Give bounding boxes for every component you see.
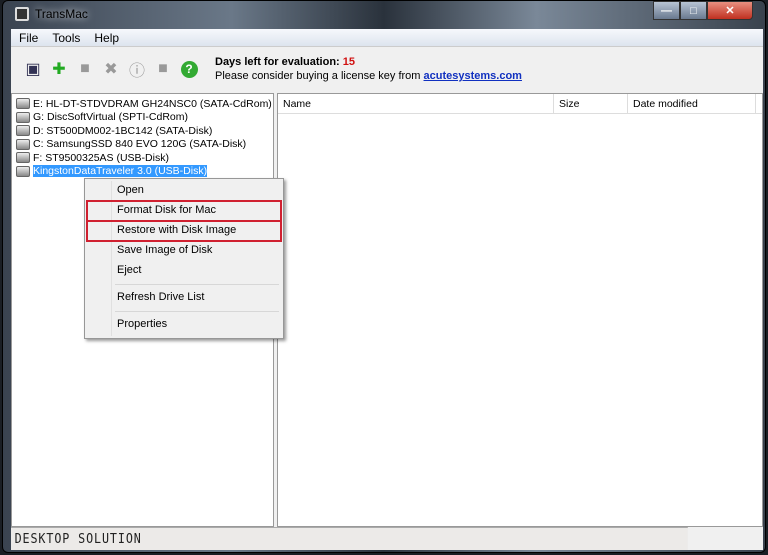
drive-icon <box>16 98 30 110</box>
menu-item-restore-image[interactable]: Restore with Disk Image <box>86 220 282 242</box>
drive-item[interactable]: KingstonDataTraveler 3.0 (USB-Disk) <box>12 165 273 179</box>
menu-separator <box>115 284 279 285</box>
drive-icon <box>16 152 30 164</box>
drive-label: F: ST9500325AS (USB-Disk) <box>33 151 169 164</box>
minimize-button[interactable]: — <box>653 1 680 20</box>
folder-icon[interactable]: ■ <box>75 59 95 79</box>
menu-item-refresh[interactable]: Refresh Drive List <box>87 288 281 308</box>
drive-icon <box>16 111 30 123</box>
menu-help[interactable]: Help <box>89 29 124 46</box>
close-button[interactable]: ✕ <box>707 1 753 20</box>
column-name[interactable]: Name <box>278 94 554 113</box>
app-icon <box>15 7 29 21</box>
menu-file[interactable]: File <box>14 29 43 46</box>
drive-icon <box>16 165 30 177</box>
menu-bar: File Tools Help <box>11 29 763 47</box>
add-disk-icon[interactable]: ✚ <box>49 59 69 79</box>
drive-label: G: DiscSoftVirtual (SPTI-CdRom) <box>33 111 189 124</box>
help-icon[interactable]: ? <box>179 59 199 79</box>
menu-item-properties[interactable]: Properties <box>87 315 281 335</box>
title-bar: TransMac <box>15 7 88 21</box>
column-size[interactable]: Size <box>554 94 628 113</box>
drive-item[interactable]: F: ST9500325AS (USB-Disk) <box>12 151 273 165</box>
drive-label: KingstonDataTraveler 3.0 (USB-Disk) <box>33 165 208 178</box>
menu-item-eject[interactable]: Eject <box>87 261 281 281</box>
delete-icon[interactable]: ✖ <box>101 59 121 79</box>
file-list: Name Size Date modified <box>277 93 763 527</box>
eval-label: Days left for evaluation: <box>215 56 340 68</box>
menu-tools[interactable]: Tools <box>47 29 85 46</box>
drive-item[interactable]: D: ST500DM002-1BC142 (SATA-Disk) <box>12 124 273 138</box>
window-title: TransMac <box>35 7 88 21</box>
drive-icon <box>16 125 30 137</box>
drive-label: D: ST500DM002-1BC142 (SATA-Disk) <box>33 124 213 137</box>
info-icon[interactable]: ⓘ <box>127 59 147 80</box>
open-disk-icon[interactable]: ▣ <box>23 59 43 79</box>
status-bar: DESKTOP SOLUTION <box>11 527 688 550</box>
menu-separator <box>115 311 279 312</box>
drive-item[interactable]: C: SamsungSSD 840 EVO 120G (SATA-Disk) <box>12 138 273 152</box>
menu-item-open[interactable]: Open <box>87 181 281 201</box>
license-link[interactable]: acutesystems.com <box>424 70 522 82</box>
column-date-modified[interactable]: Date modified <box>628 94 756 113</box>
drive-item[interactable]: G: DiscSoftVirtual (SPTI-CdRom) <box>12 111 273 125</box>
context-menu: Open Format Disk for Mac Restore with Di… <box>84 178 284 339</box>
drive-label: E: HL-DT-STDVDRAM GH24NSC0 (SATA-CdRom) <box>33 97 272 110</box>
maximize-button[interactable]: □ <box>680 1 707 20</box>
toolbar: ▣ ✚ ■ ✖ ⓘ ■ ? Days left for evaluation: … <box>11 47 763 91</box>
menu-item-format-disk[interactable]: Format Disk for Mac <box>86 200 282 222</box>
menu-item-save-image[interactable]: Save Image of Disk <box>87 241 281 261</box>
drive-item[interactable]: E: HL-DT-STDVDRAM GH24NSC0 (SATA-CdRom) <box>12 97 273 111</box>
license-text: Please consider buying a license key fro… <box>215 70 421 82</box>
new-folder-icon[interactable]: ■ <box>153 59 173 79</box>
drive-label: C: SamsungSSD 840 EVO 120G (SATA-Disk) <box>33 138 247 151</box>
drive-icon <box>16 138 30 150</box>
eval-days: 15 <box>342 56 356 68</box>
